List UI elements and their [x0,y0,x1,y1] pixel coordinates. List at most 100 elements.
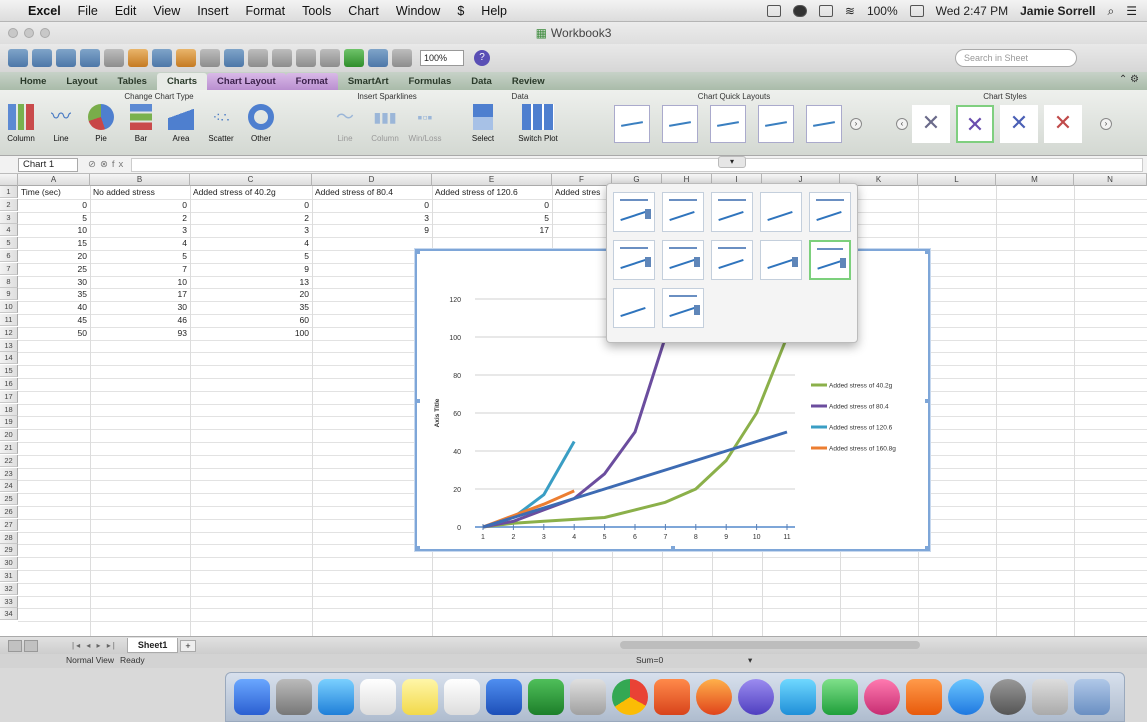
quick-layout-option-6[interactable] [613,240,655,280]
open-icon[interactable] [56,49,76,67]
quick-layout-option-1[interactable] [613,192,655,232]
quick-layout-option-10[interactable] [809,240,851,280]
facetime-icon[interactable] [822,679,858,715]
sort-ascending-icon[interactable] [296,49,316,67]
data-cell[interactable]: 3 [190,224,312,236]
row-header[interactable]: 5 [0,237,18,250]
autosum-icon[interactable] [272,49,292,67]
quick-layout-option-8[interactable] [711,240,753,280]
quick-layout-1[interactable] [614,105,650,143]
formula-tools-icon[interactable]: ⊘⊗fx [88,159,127,170]
new-workbook-icon[interactable] [8,49,28,67]
row-header[interactable]: 3 [0,211,18,224]
minimize-window-button[interactable] [24,28,34,38]
data-cell[interactable]: 30 [90,301,190,313]
redo-icon[interactable] [248,49,268,67]
data-cell[interactable]: 7 [90,263,190,275]
spotlight-icon[interactable]: ⌕ [1108,4,1115,19]
close-window-button[interactable] [8,28,18,38]
itunes-icon[interactable] [864,679,900,715]
column-header[interactable]: M [996,174,1074,186]
format-painter-icon[interactable] [200,49,220,67]
status-sum-dropdown-icon[interactable]: ▾ [748,655,752,666]
row-header[interactable]: 17 [0,390,18,403]
data-cell[interactable]: 15 [18,237,90,249]
menu-tools[interactable]: Tools [302,4,331,18]
data-cell[interactable]: 46 [90,314,190,326]
cell-a1[interactable]: Time (sec) [18,186,90,198]
row-header[interactable]: 9 [0,288,18,301]
cell-b1[interactable]: No added stress [90,186,190,198]
reminders-icon[interactable] [444,679,480,715]
data-cell[interactable]: 5 [432,212,552,224]
data-cell[interactable]: 3 [312,212,432,224]
chart-style-2[interactable]: ✕ [956,105,994,143]
tab-review[interactable]: Review [502,73,555,90]
row-header[interactable]: 1 [0,186,18,198]
menu-window[interactable]: Window [396,4,440,18]
row-header[interactable]: 30 [0,557,18,570]
column-header[interactable]: L [918,174,996,186]
copy-icon[interactable] [152,49,172,67]
word-icon[interactable] [486,679,522,715]
menu-edit[interactable]: Edit [115,4,137,18]
quick-layout-option-5[interactable] [809,192,851,232]
clock[interactable]: Wed 2:47 PM [936,4,1008,18]
finder-icon[interactable] [234,679,270,715]
area-chart-button[interactable]: Area [164,104,198,152]
data-cell[interactable]: 13 [190,276,312,288]
row-header[interactable]: 14 [0,352,18,365]
tab-data[interactable]: Data [461,73,502,90]
data-cell[interactable]: 4 [90,237,190,249]
row-header[interactable]: 24 [0,480,18,493]
quick-layouts-dropdown-arrow[interactable]: ▾ [718,156,746,168]
row-header[interactable]: 22 [0,454,18,467]
row-header[interactable]: 25 [0,493,18,506]
sparkline-winloss-button[interactable]: ▪▫▪ Win/Loss [408,104,442,152]
tab-layout[interactable]: Layout [56,73,107,90]
chart-styles-next-icon[interactable]: › [1100,118,1112,130]
row-header[interactable]: 21 [0,442,18,454]
messages-icon[interactable] [780,679,816,715]
cell-c1[interactable]: Added stress of 40.2g [190,186,312,198]
page-layout-view-icon[interactable] [24,639,38,652]
paste-icon[interactable] [176,49,196,67]
quick-layout-2[interactable] [662,105,698,143]
column-header[interactable]: F [552,174,612,186]
script-menu-icon[interactable]: $ [457,4,464,18]
status-icon[interactable] [792,5,807,17]
quick-layout-option-7[interactable] [662,240,704,280]
quick-layout-3[interactable] [710,105,746,143]
row-header[interactable]: 2 [0,198,18,211]
data-cell[interactable]: 25 [18,263,90,275]
menu-format[interactable]: Format [246,4,286,18]
tab-chart-layout[interactable]: Chart Layout [207,73,286,90]
powerpoint-icon[interactable] [654,679,690,715]
sparkline-column-button[interactable]: ▮▮▮ Column [368,104,402,152]
data-cell[interactable]: 2 [90,212,190,224]
column-header[interactable]: C [190,174,312,186]
tab-formulas[interactable]: Formulas [398,73,461,90]
sparkline-line-button[interactable]: 〜 Line [328,104,362,152]
cell-f1[interactable]: Added stres [552,186,606,198]
data-cell[interactable]: 30 [18,276,90,288]
airplay-icon[interactable] [766,5,781,17]
bluetooth-icon[interactable] [818,5,833,17]
quick-layout-option-9[interactable] [760,240,802,280]
menu-view[interactable]: View [153,4,180,18]
print-icon[interactable] [104,49,124,67]
data-cell[interactable]: 2 [190,212,312,224]
chrome-icon[interactable] [612,679,648,715]
data-cell[interactable]: 0 [432,199,552,211]
data-cell[interactable]: 50 [18,327,90,339]
status-sum[interactable]: Sum=0 [636,655,663,665]
tab-format[interactable]: Format [285,73,338,90]
templates-icon[interactable] [32,49,52,67]
undo-icon[interactable] [224,49,244,67]
toolbox-icon[interactable] [368,49,388,67]
data-cell[interactable]: 0 [18,199,90,211]
tab-charts[interactable]: Charts [156,73,208,90]
excel-icon[interactable] [528,679,564,715]
row-header[interactable]: 6 [0,250,18,262]
safari-icon[interactable] [318,679,354,715]
